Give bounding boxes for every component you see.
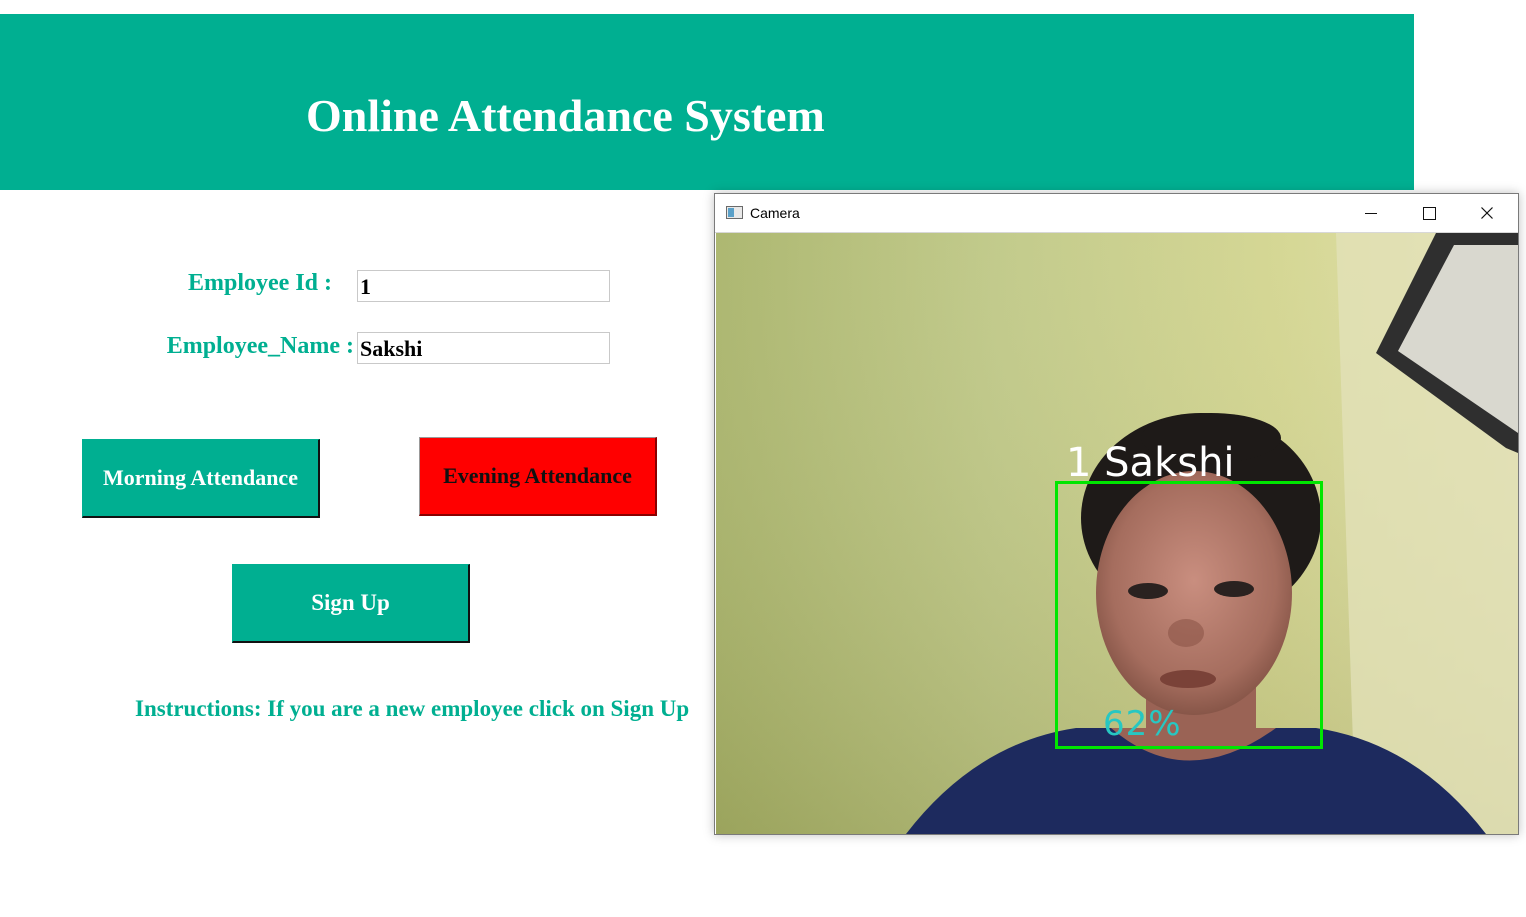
page-title: Online Attendance System [306, 90, 825, 141]
evening-attendance-button[interactable]: Evening Attendance [419, 437, 657, 516]
instructions-text: Instructions: If you are a new employee … [135, 696, 690, 721]
employee-id-label: Employee Id : [188, 270, 332, 296]
maximize-icon [1422, 206, 1436, 220]
close-button[interactable] [1458, 194, 1516, 232]
detected-face-label: 1 Sakshi [1066, 440, 1235, 486]
camera-window-title: Camera [750, 205, 800, 221]
face-detection-box [1055, 481, 1323, 749]
camera-window[interactable]: Camera 1 Sakshi 62% [714, 193, 1519, 835]
camera-titlebar[interactable]: Camera [715, 194, 1518, 233]
sign-up-button[interactable]: Sign Up [232, 564, 470, 643]
employee-id-field[interactable] [357, 270, 610, 302]
face-confidence-label: 62% [1103, 704, 1182, 744]
window-app-icon [726, 206, 743, 219]
close-icon [1481, 207, 1493, 219]
employee-name-field[interactable] [357, 332, 610, 364]
app-header: Online Attendance System [0, 14, 1414, 190]
maximize-button[interactable] [1400, 194, 1458, 232]
minimize-icon [1365, 212, 1377, 214]
minimize-button[interactable] [1342, 194, 1400, 232]
employee-name-label: Employee_Name : [166, 333, 354, 359]
camera-feed: 1 Sakshi 62% [716, 233, 1518, 834]
morning-attendance-button[interactable]: Morning Attendance [82, 439, 320, 518]
